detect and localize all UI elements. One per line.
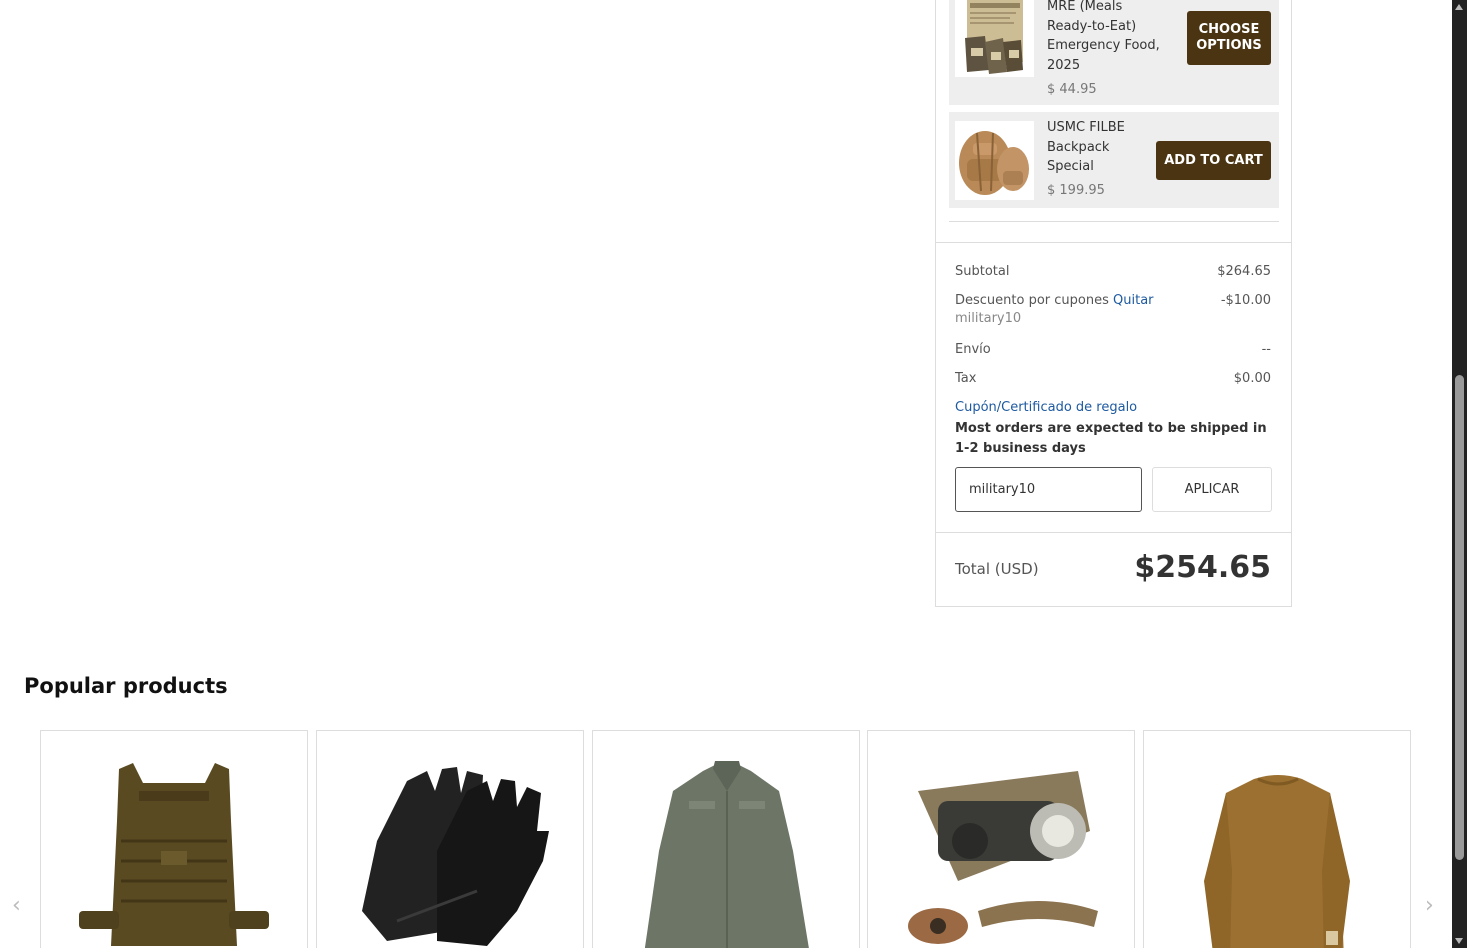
total-label: Total (USD) <box>955 560 1039 578</box>
mre-product-thumbnail[interactable] <box>955 0 1034 77</box>
coupon-code-input[interactable]: military10 <box>955 467 1142 512</box>
apply-coupon-button[interactable]: APLICAR <box>1152 467 1272 512</box>
tactical-flashlight-icon <box>908 771 1098 944</box>
shipping-label: Envío <box>955 342 991 357</box>
scrollbar-thumb[interactable] <box>1455 375 1464 860</box>
page-scrollbar[interactable] <box>1452 0 1467 948</box>
shipping-notice: Most orders are expected to be shipped i… <box>955 421 1267 456</box>
subtotal-row: Subtotal $264.65 <box>955 264 1271 279</box>
cart-item-price: $ 199.95 <box>1047 183 1105 198</box>
cart-item-name[interactable]: USMC FILBE Backpack Special <box>1047 118 1157 177</box>
divider <box>936 242 1291 243</box>
tax-value: $0.00 <box>1233 371 1271 386</box>
discount-row: Descuento por cupones Quitar -$10.00 mil… <box>955 293 1271 326</box>
popular-products-heading: Popular products <box>24 674 228 698</box>
divider <box>936 532 1291 533</box>
product-card[interactable] <box>316 730 584 948</box>
cart-summary-panel: MRE (Meals Ready-to-Eat) Emergency Food,… <box>935 0 1292 607</box>
product-card[interactable] <box>1143 730 1411 948</box>
leather-gloves-icon <box>362 767 549 946</box>
carousel-prev-icon[interactable]: ‹ <box>12 893 21 918</box>
product-card[interactable] <box>867 730 1135 948</box>
backpack-product-thumbnail[interactable] <box>955 121 1034 200</box>
coyote-shirt-icon <box>1204 775 1350 948</box>
divider <box>949 221 1279 222</box>
product-card[interactable] <box>40 730 308 948</box>
tax-row: Tax $0.00 <box>955 371 1271 386</box>
product-card[interactable] <box>592 730 860 948</box>
add-to-cart-button[interactable]: ADD TO CART <box>1156 141 1271 180</box>
coupon-gift-certificate-link[interactable]: Cupón/Certificado de regalo <box>955 400 1271 415</box>
cart-item: USMC FILBE Backpack Special $ 199.95 ADD… <box>949 112 1279 208</box>
discount-value: -$10.00 <box>1220 293 1271 308</box>
cart-item: MRE (Meals Ready-to-Eat) Emergency Food,… <box>949 0 1279 105</box>
tax-label: Tax <box>955 371 977 386</box>
cart-item-price: $ 44.95 <box>1047 82 1097 97</box>
applied-coupon-code: military10 <box>955 311 1022 326</box>
carousel-next-icon[interactable]: › <box>1425 893 1434 918</box>
shipping-row: Envío -- <box>955 342 1271 357</box>
fleece-jacket-icon <box>644 761 809 948</box>
plate-carrier-vest-icon <box>79 763 269 946</box>
subtotal-label: Subtotal <box>955 264 1010 279</box>
subtotal-value: $264.65 <box>1217 264 1271 279</box>
total-value: $254.65 <box>1134 550 1271 585</box>
choose-options-button[interactable]: CHOOSE OPTIONS <box>1187 11 1271 65</box>
cart-item-name[interactable]: MRE (Meals Ready-to-Eat) Emergency Food,… <box>1047 0 1167 75</box>
remove-coupon-link[interactable]: Quitar <box>1113 293 1154 308</box>
shipping-value: -- <box>1261 342 1271 357</box>
discount-label: Descuento por cupones <box>955 293 1109 308</box>
scroll-up-icon[interactable] <box>1455 4 1463 10</box>
scroll-down-icon[interactable] <box>1455 938 1463 944</box>
